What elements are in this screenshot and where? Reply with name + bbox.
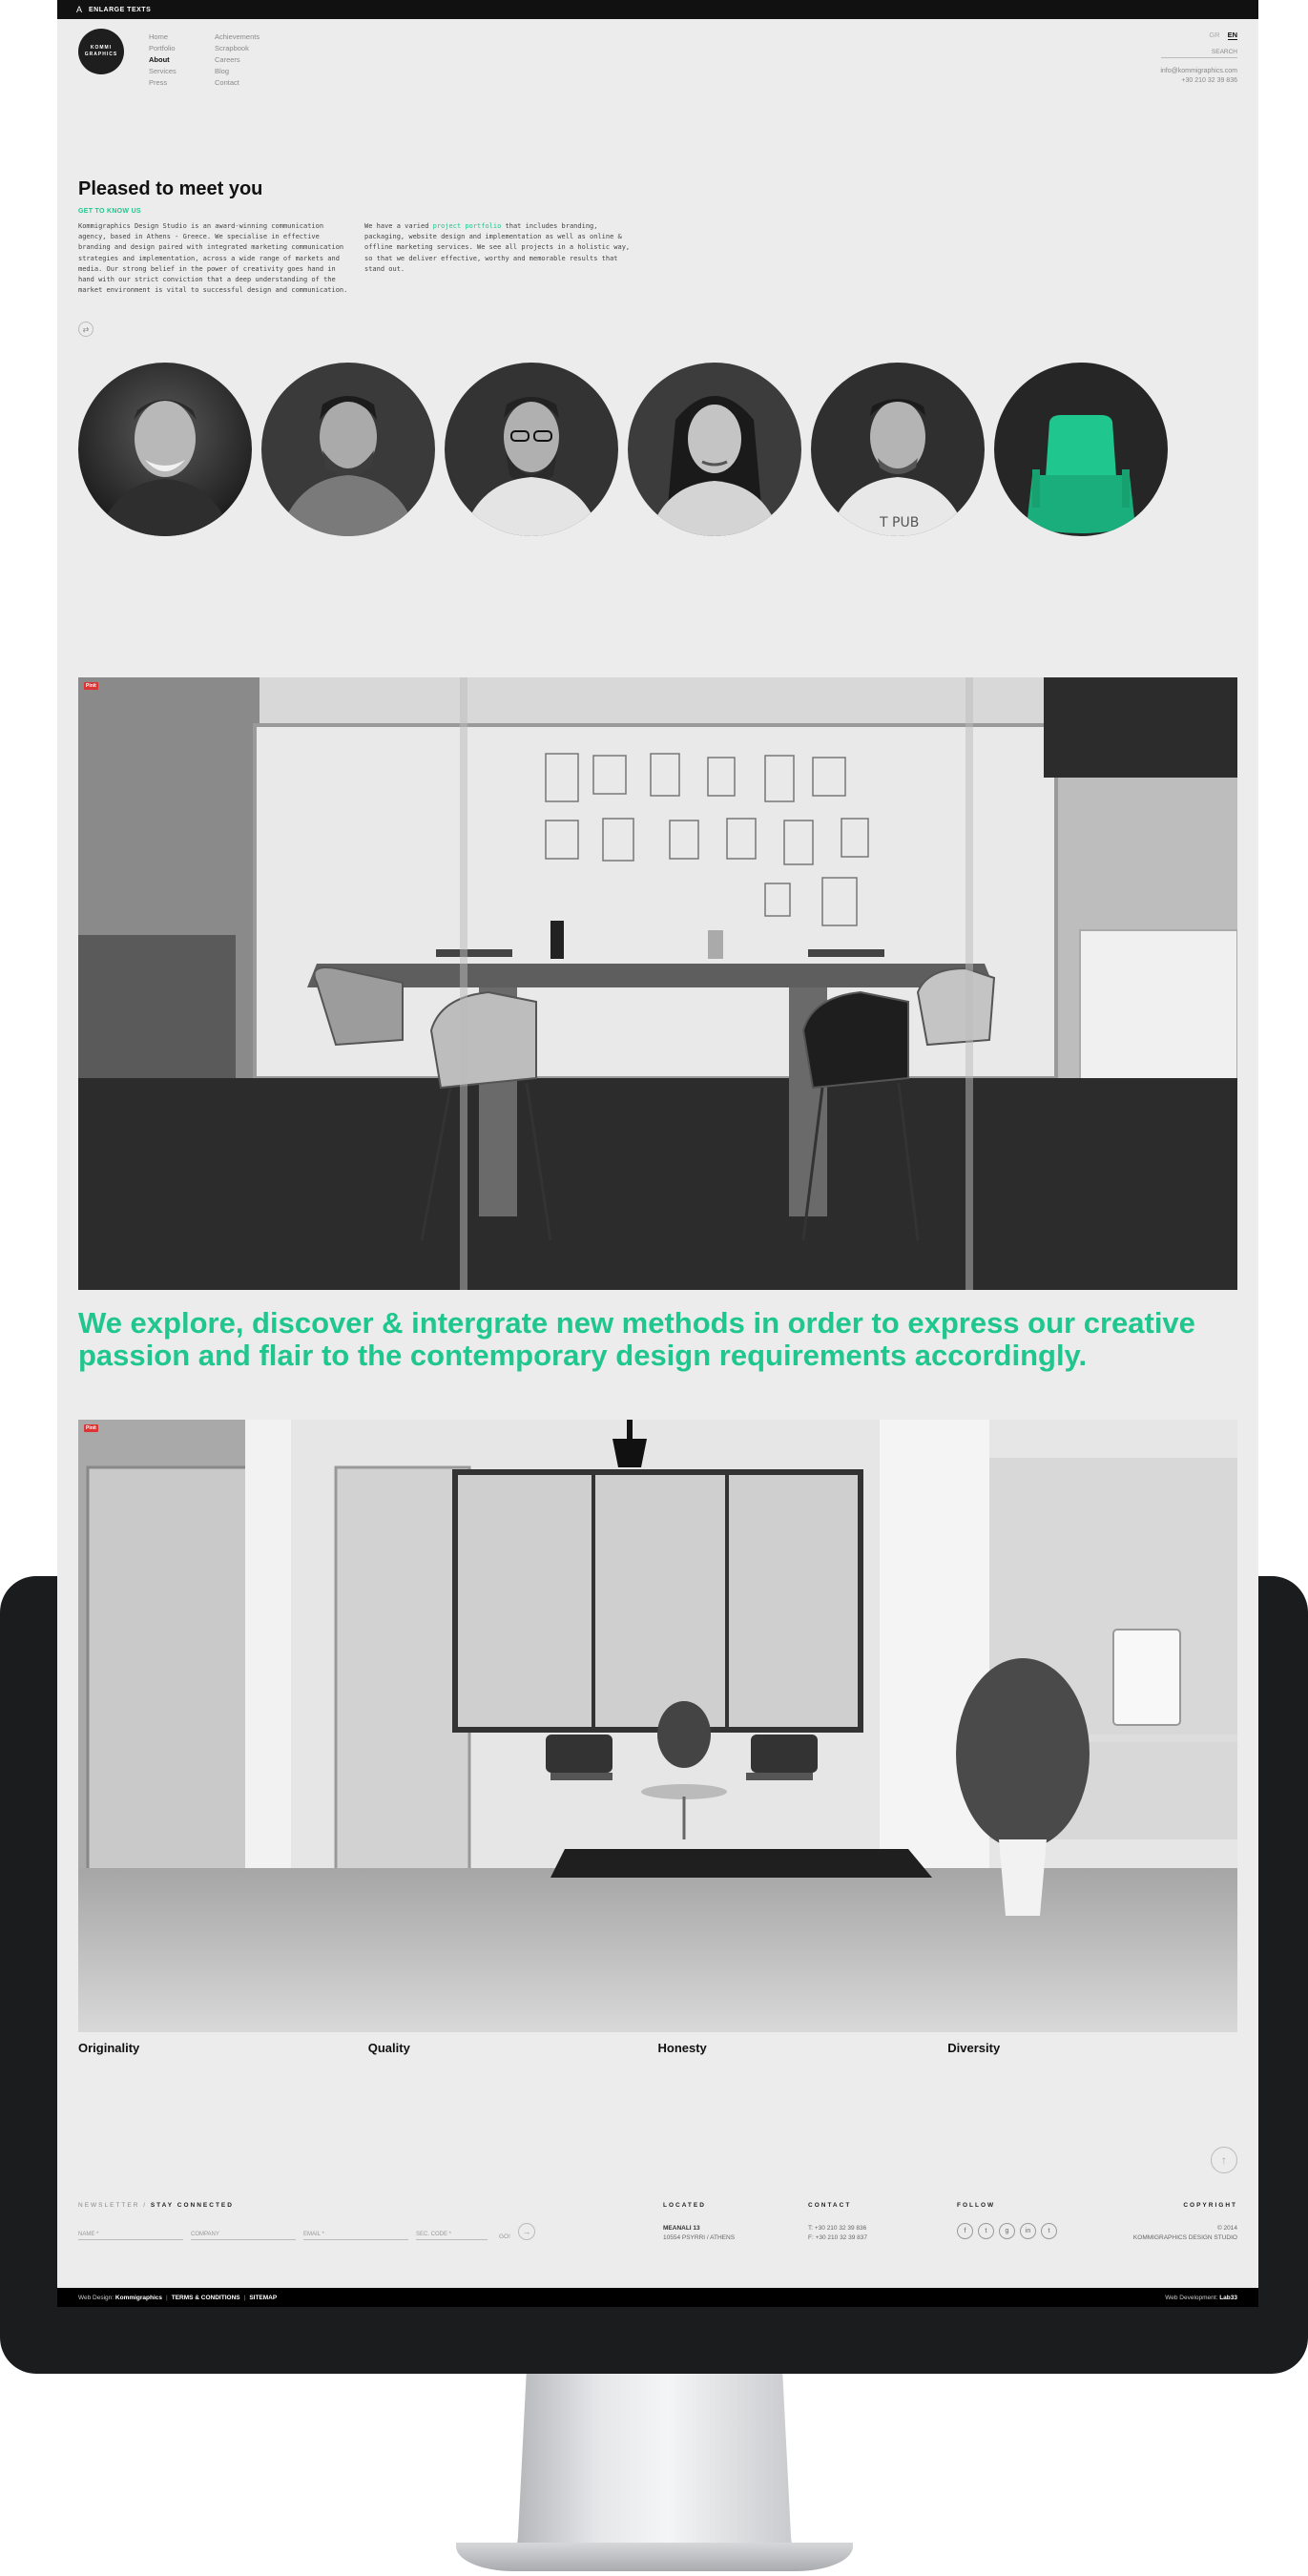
team-member-photo[interactable]	[78, 363, 252, 536]
value-diversity: Diversity	[947, 2041, 1001, 2055]
contact-heading: CONTACT	[808, 2202, 852, 2209]
newsletter-heading: NEWSLETTER / STAY CONNECTED	[78, 2202, 234, 2209]
accessibility-bar: A ENLARGE TEXTS	[57, 0, 1258, 19]
dev-credit: Web Development: Lab33	[1165, 2294, 1237, 2301]
company-field[interactable]: COMPANY	[191, 2232, 296, 2240]
follow-heading: FOLLOW	[957, 2202, 996, 2209]
nav-about[interactable]: About	[149, 54, 176, 66]
text-size-icon[interactable]: A	[76, 5, 82, 14]
enlarge-texts-link[interactable]: ENLARGE TEXTS	[89, 7, 151, 13]
bottom-links: Web Design: Kommigraphics | TERMS & CONDIT…	[78, 2294, 278, 2301]
language-switch: GR EN	[1209, 31, 1237, 40]
located-heading: LOCATED	[663, 2202, 706, 2209]
design-credit-link[interactable]: Kommigraphics	[115, 2295, 162, 2301]
tumblr-icon[interactable]: t	[1041, 2223, 1057, 2239]
company-values: Originality Quality Honesty Diversity	[78, 2041, 1237, 2055]
nav-scrapbook[interactable]: Scrapbook	[215, 43, 260, 54]
copyright-text: © 2014 KOMMIGRAPHICS DESIGN STUDIO	[1132, 2225, 1237, 2241]
team-member-photo[interactable]	[628, 363, 801, 536]
logo[interactable]: KOMMI GRAPHICS	[78, 29, 124, 74]
project-portfolio-link[interactable]: project portfolio	[433, 222, 502, 230]
social-links: f t g in t	[957, 2223, 1057, 2239]
security-code-field[interactable]: SEC. CODE *	[416, 2232, 488, 2240]
share-icon[interactable]: ⇄	[78, 322, 93, 337]
value-originality: Originality	[78, 2041, 140, 2055]
copyright-heading: COPYRIGHT	[1183, 2202, 1237, 2209]
nav-home[interactable]: Home	[149, 31, 176, 43]
lang-en[interactable]: EN	[1227, 31, 1237, 40]
pin-it-button[interactable]: Pinit	[84, 682, 98, 690]
nav-portfolio[interactable]: Portfolio	[149, 43, 176, 54]
secondary-nav: Achievements Scrapbook Careers Blog Cont…	[215, 31, 260, 89]
website-page: A ENLARGE TEXTS KOMMI GRAPHICS Home Port…	[57, 0, 1258, 2307]
header-phone: +30 210 32 39 836	[1181, 77, 1237, 84]
linkedin-icon[interactable]: in	[1020, 2223, 1036, 2239]
newsletter-submit-button[interactable]: →	[517, 2223, 535, 2240]
team-member-photo[interactable]	[445, 363, 618, 536]
value-honesty: Honesty	[657, 2041, 707, 2055]
team-chair-photo[interactable]	[994, 363, 1168, 536]
dev-credit-link[interactable]: Lab33	[1219, 2295, 1237, 2301]
value-quality: Quality	[367, 2041, 410, 2055]
team-member-photo[interactable]	[261, 363, 435, 536]
nav-achievements[interactable]: Achievements	[215, 31, 260, 43]
nav-contact[interactable]: Contact	[215, 77, 260, 89]
headline-statement: We explore, discover & intergrate new me…	[78, 1306, 1195, 1372]
name-field[interactable]: NAME *	[78, 2232, 183, 2240]
address: MEANALI 13 10554 PSYRRI / ATHENS	[663, 2225, 736, 2241]
page-title: Pleased to meet you	[78, 178, 263, 199]
team-members: T PUB	[78, 363, 1168, 536]
nav-services[interactable]: Services	[149, 66, 176, 77]
nav-blog[interactable]: Blog	[215, 66, 260, 77]
email-field[interactable]: EMAIL *	[303, 2232, 408, 2240]
lounge-office-photo: Pinit	[78, 1420, 1237, 2032]
googleplus-icon[interactable]: g	[999, 2223, 1015, 2239]
twitter-icon[interactable]: t	[978, 2223, 994, 2239]
about-paragraph-1: Kommigraphics Design Studio is an award-…	[78, 222, 348, 295]
sitemap-link[interactable]: SITEMAP	[249, 2295, 277, 2301]
team-member-photo[interactable]: T PUB	[811, 363, 985, 536]
monitor-stand	[515, 2374, 794, 2560]
facebook-icon[interactable]: f	[957, 2223, 973, 2239]
newsletter-form: NAME * COMPANY EMAIL * SEC. CODE * GO! →	[78, 2223, 535, 2240]
section-subtitle: GET TO KNOW US	[78, 208, 141, 215]
pin-it-button[interactable]: Pinit	[84, 1424, 98, 1432]
bottom-bar: Web Design: Kommigraphics | TERMS & CONDIT…	[57, 2288, 1258, 2307]
svg-text:T PUB: T PUB	[879, 515, 919, 530]
main-nav: Home Portfolio About Services Press	[149, 31, 176, 89]
scroll-to-top-button[interactable]: ↑	[1211, 2147, 1237, 2173]
meeting-room-photo: Pinit	[78, 677, 1237, 1290]
about-paragraph-2: We have a varied project portfolio that …	[364, 222, 631, 273]
contact-numbers: T: +30 210 32 39 836 F: +30 210 32 39 837	[808, 2225, 867, 2241]
security-code-image: GO!	[499, 2233, 510, 2240]
lang-gr[interactable]: GR	[1209, 31, 1219, 40]
nav-careers[interactable]: Careers	[215, 54, 260, 66]
search-input[interactable]: SEARCH	[1161, 49, 1237, 58]
terms-link[interactable]: TERMS & CONDITIONS	[172, 2295, 240, 2301]
header-email[interactable]: info@kommigraphics.com	[1160, 67, 1237, 76]
monitor-stand-base	[456, 2543, 853, 2571]
header-contact: info@kommigraphics.com +30 210 32 39 836	[1160, 67, 1237, 86]
nav-press[interactable]: Press	[149, 77, 176, 89]
